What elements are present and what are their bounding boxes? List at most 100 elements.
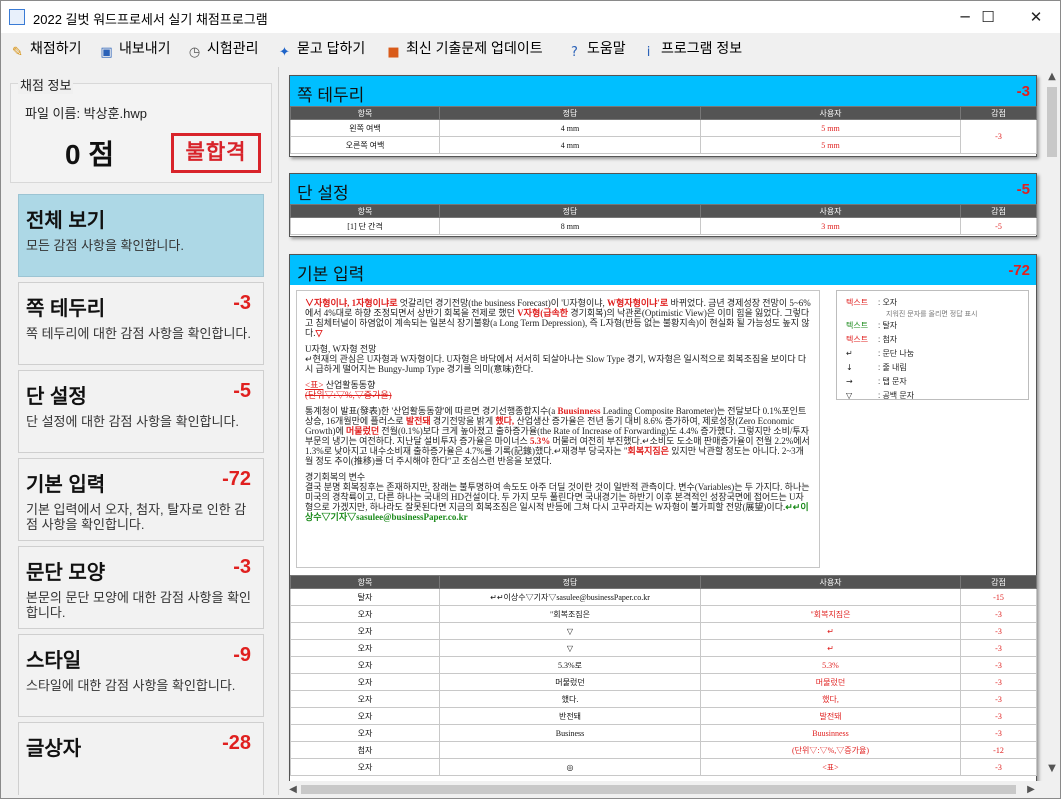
menu-exam-manage[interactable]: ◷ 시험관리 [186,38,259,60]
menu-export-label: 내보내기 [119,40,171,56]
total-score: 0 점 [65,139,115,170]
cell-user [700,588,961,606]
card-style[interactable]: 스타일 -9 스타일에 대한 감점 사항을 확인합니다. [18,634,264,717]
scroll-right-icon[interactable]: ▶ [1023,781,1039,798]
card-title: 쪽 테두리 [26,298,106,320]
save-icon: ▣ [100,45,113,60]
panel-score: -5 [1016,181,1030,198]
cell-item: 오자 [290,622,440,640]
menu-qa[interactable]: ✦ 묻고 답하기 [276,38,365,60]
cell-deduction: -3 [960,707,1037,725]
menu-grade-label: 채점하기 [30,40,82,56]
card-title: 스타일 [26,650,82,672]
document-area: ∨자형이냐, 1자형이냐로 엇갈리던 경기전망(the business For… [290,285,1036,575]
cell-answer: "회복조짐은 [439,605,701,623]
cell-user: "회복지짐은 [700,605,961,623]
border-table: 항목 정답 사용자 감점 왼쪽 여백 4 mm 5 mm -3 오른쪽 여백 4… [290,106,1037,154]
menu-export[interactable]: ▣ 내보내기 [98,38,171,60]
cell-item: [1] 단 간격 [290,217,440,235]
gift-icon: ■ [387,45,400,60]
col-header-deduction: 감점 [960,106,1037,120]
menu-about[interactable]: i 프로그램 정보 [640,38,743,60]
cell-answer [439,741,701,759]
legend-note: 지워진 문자를 올리면 정답 표시 [886,311,978,318]
card-all[interactable]: 전체 보기 모든 감점 사항을 확인합니다. [18,194,264,277]
table-row: 오자 했다. 했다, -3 [290,690,1037,708]
cell-answer: 머물렀던 [439,673,701,691]
table-row: 탈자 ↵↵이상수▽기자▽sasulee@businessPaper.co.kr -1… [290,588,1037,606]
cell-user: 했다, [700,690,961,708]
card-textbox[interactable]: 글상자 -28 [18,722,264,795]
menu-about-label: 프로그램 정보 [661,40,743,56]
menu-update-label: 최신 기출문제 업데이트 [406,40,543,56]
panel-header: 기본 입력 -72 [290,255,1036,285]
card-page-border[interactable]: 쪽 테두리 -3 쪽 테두리에 대한 감점 사항을 확인합니다. [18,282,264,365]
panel-header: 쪽 테두리 -3 [290,76,1036,106]
table-row: 오자 5.3%로 5.3% -3 [290,656,1037,674]
panel-title: 쪽 테두리 [297,86,365,105]
doc-paragraph: 경기회복의 변수 결국 분명 회복징후는 존재하지만, 장래는 불투명하여 속도도… [305,472,810,522]
input-table: 항목 정답 사용자 감점 탈자 ↵↵이상수▽기자▽sasulee@business… [290,575,1037,776]
cell-deduction: -3 [960,639,1037,657]
card-title: 단 설정 [26,386,87,408]
table-row: 오른쪽 여백 4 mm 5 mm [290,136,1037,154]
card-score: -28 [222,732,251,754]
cell-user: ↵ [700,622,961,640]
card-columns[interactable]: 단 설정 -5 단 설정에 대한 감점 사항을 확인합니다. [18,370,264,453]
card-desc: 쪽 테두리에 대한 감점 사항을 확인합니다. [26,326,251,341]
scroll-up-icon[interactable]: ▲ [1044,69,1060,85]
cell-item: 첨자 [290,741,440,759]
table-row: 오자 Business Buusinness -3 [290,724,1037,742]
cell-deduction: -3 [960,758,1037,776]
table-row: 왼쪽 여백 4 mm 5 mm -3 [290,119,1037,154]
panel-title: 기본 입력 [297,265,365,284]
panel-basic-input: 기본 입력 -72 ∨자형이냐, 1자형이냐로 엇갈리던 경기전망(the bu… [289,254,1037,781]
doc-paragraph: ∨자형이냐, 1자형이냐로 엇갈리던 경기전망(the business For… [305,298,811,338]
cell-deduction: -3 [960,119,1037,154]
scroll-left-icon[interactable]: ◀ [285,781,301,798]
scroll-thumb-horizontal[interactable] [301,785,1016,794]
maximize-button[interactable]: ☐ [965,1,1011,33]
col-header-user: 사용자 [700,106,961,120]
table-row: 오자 ▽ ↵ -3 [290,622,1037,640]
cell-deduction: -3 [960,656,1037,674]
cell-answer: ◎ [439,758,701,776]
fail-stamp: 불합격 [171,133,261,173]
scroll-down-icon[interactable]: ▼ [1044,761,1060,777]
vertical-scrollbar[interactable]: ▲ ▼ [1044,67,1060,781]
close-button[interactable]: ✕ [1013,1,1059,33]
window-title: 2022 길벗 워드프로세서 실기 채점프로그램 [33,12,268,27]
menu-grade[interactable]: ✎ 채점하기 [9,38,82,60]
card-desc: 본문의 문단 모양에 대한 감점 사항을 확인합니다. [26,590,251,620]
legend-row: ▽: 공백 문자 [846,391,915,400]
scroll-thumb-vertical[interactable] [1047,87,1057,157]
legend-row: 텍스트: 탈자 [846,321,898,330]
cell-item: 오자 [290,605,440,623]
sidebar: 채점 정보 파일 이름: 박상훈.hwp 0 점 불합격 전체 보기 모든 감점… [8,67,279,795]
table-row: 첨자 (단위▽:▽%,▽증가율) -12 [290,741,1037,759]
cell-deduction: -3 [960,673,1037,691]
cell-user: (단위▽:▽%,▽증가율) [700,741,961,759]
panel-columns: 단 설정 -5 항목 정답 사용자 감점 [1] 단 간격 8 mm 3 mm … [289,173,1037,237]
cell-deduction: -5 [960,217,1037,235]
title-bar: 2022 길벗 워드프로세서 실기 채점프로그램 ─ ☐ ✕ [1,1,1060,33]
cell-user: 5.3% [700,656,961,674]
horizontal-scrollbar[interactable]: ◀ ▶ [283,781,1044,798]
help-icon: ? [571,45,578,60]
cell-user: Buusinness [700,724,961,742]
card-paragraph-shape[interactable]: 문단 모양 -3 본문의 문단 모양에 대한 감점 사항을 확인합니다. [18,546,264,629]
card-basic-input[interactable]: 기본 입력 -72 기본 입력에서 오자, 첨자, 탈자로 인한 감점 사항을 … [18,458,264,541]
col-header-item: 항목 [290,106,440,120]
menu-help[interactable]: ? 도움말 [566,38,626,60]
cell-user: <표> [700,758,961,776]
menu-exam-manage-label: 시험관리 [207,40,259,56]
cell-answer: 했다. [439,690,701,708]
cell-answer: ▽ [439,639,701,657]
col-header-deduction: 감점 [960,575,1037,589]
card-score: -72 [222,468,251,490]
menu-update[interactable]: ■ 최신 기출문제 업데이트 [385,38,543,60]
cell-answer: Business [439,724,701,742]
cell-answer: 8 mm [439,217,701,235]
cell-answer: 4 mm [439,119,701,137]
columns-table: 항목 정답 사용자 감점 [1] 단 간격 8 mm 3 mm -5 [290,204,1037,235]
